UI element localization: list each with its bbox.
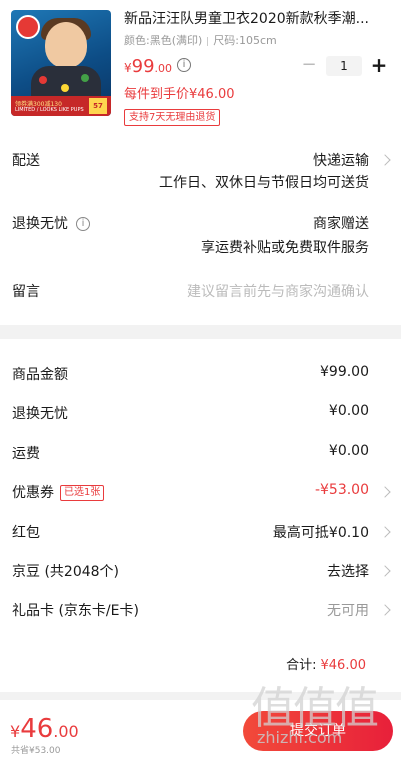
giftcard-label: 礼品卡 (京东卡/E卡) xyxy=(12,603,139,619)
worry-free-label-text: 退换无忧 xyxy=(12,216,68,232)
chevron-right-icon xyxy=(379,604,391,616)
note-row[interactable]: 留言 建议留言前先与商家沟通确认 xyxy=(0,281,401,303)
product-price-dec: .00 xyxy=(154,62,173,75)
chevron-right-icon xyxy=(379,486,391,498)
coupon-row[interactable]: 优惠券 已选1张 -¥53.00 xyxy=(0,482,401,504)
quantity-plus-button[interactable]: + xyxy=(370,55,388,77)
redpacket-label: 红包 xyxy=(12,525,40,541)
total-row: 合计: ¥46.00 xyxy=(0,654,401,674)
worry-free-row: 退换无忧 i 商家赠送 享运费补贴或免费取件服务 xyxy=(0,213,401,257)
return-policy-badge: 支持7天无理由退货 xyxy=(124,109,221,126)
checkout-price-int: 46 xyxy=(20,714,54,744)
chevron-right-icon xyxy=(379,526,391,538)
submit-order-button[interactable]: 提交订单 xyxy=(243,711,393,751)
delivery-label: 配送 xyxy=(12,153,40,169)
giftcard-row[interactable]: 礼品卡 (京东卡/E卡) 无可用 xyxy=(0,600,401,622)
thumbnail-price-tag: 57 xyxy=(89,98,107,114)
total-text: 合计: ¥46.00 xyxy=(286,654,366,673)
price-info-icon[interactable]: i xyxy=(177,58,191,72)
quantity-stepper: − 1 + xyxy=(296,55,392,77)
product-spec: 颜色:黑色(满印) 尺码:105cm xyxy=(124,32,277,48)
delivery-method: 快递运输 xyxy=(313,153,369,169)
coupon-discount-value: -¥53.00 xyxy=(314,482,369,498)
order-top-card: 领券满300减130 LIMITED / LOOKS LIKE PUPS 57 … xyxy=(0,0,401,325)
quantity-minus-button[interactable]: − xyxy=(300,55,318,77)
total-label: 合计: xyxy=(286,658,317,673)
goods-amount-row: 商品金额 ¥99.00 xyxy=(0,364,401,386)
product-price-currency: ¥ xyxy=(124,61,132,75)
redpacket-row[interactable]: 红包 最高可抵¥0.10 xyxy=(0,522,401,544)
product-title[interactable]: 新品汪汪队男童卫衣2020新款秋季潮... xyxy=(124,10,392,28)
checkout-price: ¥46.00 xyxy=(10,714,79,744)
order-summary-card: 商品金额 ¥99.00 退换无忧 ¥0.00 运费 ¥0.00 优惠券 已选1张 … xyxy=(0,339,401,692)
worry-free-fee-value: ¥0.00 xyxy=(328,403,369,419)
thumbnail-promo-subtext: LIMITED / LOOKS LIKE PUPS xyxy=(15,107,84,113)
quantity-input[interactable]: 1 xyxy=(326,56,362,76)
chevron-right-icon xyxy=(379,565,391,577)
product-price: ¥99.00 xyxy=(124,56,172,77)
note-input[interactable]: 建议留言前先与商家沟通确认 xyxy=(187,281,369,301)
product-price-int: 99 xyxy=(131,56,155,77)
worry-free-info-icon[interactable]: i xyxy=(76,217,90,231)
worry-free-fee-label: 退换无忧 xyxy=(12,406,68,422)
coupon-label: 优惠券 已选1张 xyxy=(12,482,105,502)
per-item-final-price: 每件到手价¥46.00 xyxy=(124,87,235,102)
thumbnail-face xyxy=(45,22,87,68)
checkout-saving: 共省¥53.00 xyxy=(11,746,61,756)
jingdou-label: 京豆 (共2048个) xyxy=(12,564,120,580)
checkout-price-dec: .00 xyxy=(53,722,79,741)
shipping-fee-label: 运费 xyxy=(12,446,40,462)
note-label: 留言 xyxy=(12,284,40,300)
worry-free-label: 退换无忧 i xyxy=(12,213,90,233)
checkout-price-currency: ¥ xyxy=(10,722,21,741)
delivery-row[interactable]: 配送 快递运输 工作日、双休日与节假日均可送货 xyxy=(0,148,401,192)
shipping-fee-row: 运费 ¥0.00 xyxy=(0,443,401,465)
redpacket-value: 最高可抵¥0.10 xyxy=(272,525,369,541)
product-spec-size: 尺码:105cm xyxy=(213,34,277,47)
delivery-schedule: 工作日、双休日与节假日均可送货 xyxy=(159,175,369,191)
goods-amount-label: 商品金额 xyxy=(12,367,68,383)
product-spec-color: 颜色:黑色(满印) xyxy=(124,34,203,47)
worry-free-fee-row: 退换无忧 ¥0.00 xyxy=(0,403,401,425)
product-thumbnail[interactable]: 领券满300减130 LIMITED / LOOKS LIKE PUPS 57 xyxy=(11,10,111,116)
goods-amount-value: ¥99.00 xyxy=(320,364,369,380)
jingdou-value: 去选择 xyxy=(327,564,369,580)
giftcard-value: 无可用 xyxy=(327,603,369,619)
coupon-selected-badge: 已选1张 xyxy=(60,485,105,501)
shipping-fee-value: ¥0.00 xyxy=(328,443,369,459)
checkout-bar: ¥46.00 共省¥53.00 提交订单 xyxy=(0,700,401,757)
coupon-label-text: 优惠券 xyxy=(12,485,54,501)
chevron-right-icon xyxy=(379,154,391,166)
worry-free-provider: 商家赠送 xyxy=(313,216,369,232)
worry-free-benefit: 享运费补贴或免费取件服务 xyxy=(201,240,369,256)
total-value: ¥46.00 xyxy=(320,658,367,673)
brand-logo-icon xyxy=(16,15,40,39)
jingdou-row[interactable]: 京豆 (共2048个) 去选择 xyxy=(0,561,401,583)
